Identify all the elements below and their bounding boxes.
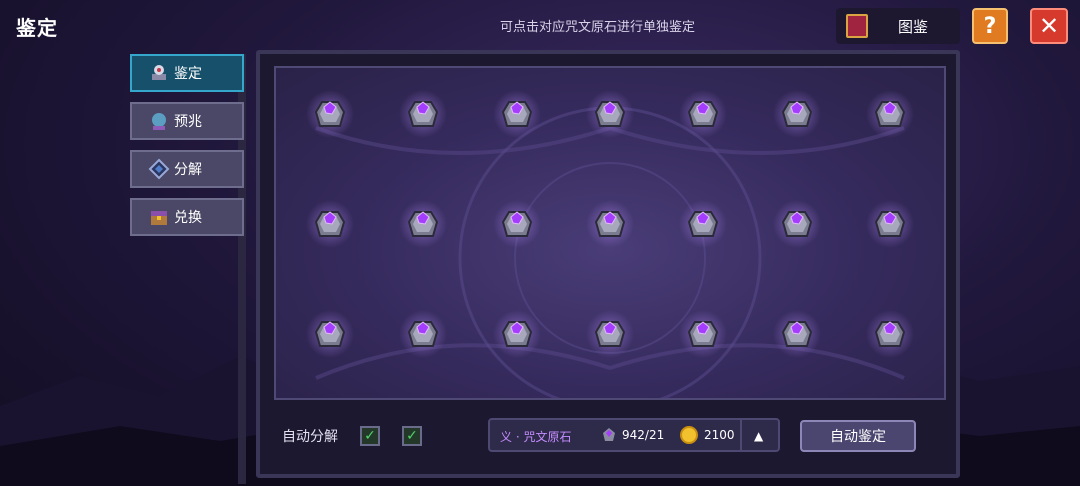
rune-ore-stone-icon[interactable] [679,200,728,248]
help-button[interactable]: ? [972,8,1008,44]
rune-ore-stone-icon[interactable] [492,310,541,358]
tab-appraise[interactable]: 鉴定 [130,54,244,92]
rune-ore-stone-icon[interactable] [865,310,914,358]
resource-bar: 义 · 咒文原石 942/21 2100 ▲ [488,418,780,452]
rune-ore-stone-icon[interactable] [772,200,821,248]
rune-ore-stone-icon[interactable] [585,200,634,248]
rune-ore-stone-icon[interactable] [306,310,354,358]
auto-decompose-checkbox-2[interactable]: ✓ [402,426,422,446]
stone-grid [276,68,944,398]
codex-button[interactable]: 图鉴 [836,8,960,44]
resource-name: 义 · 咒文原石 [500,430,572,444]
auto-decompose-label: 自动分解 [282,429,338,445]
rune-ore-stone-icon[interactable] [679,310,728,358]
bottom-bar: 自动分解 ✓ ✓ 义 · 咒文原石 942/21 2100 ▲ 自动鉴定 [274,402,946,472]
rune-ore-stone-icon[interactable] [399,200,448,248]
gold-count: 2100 [704,428,735,442]
rune-ore-icon [603,428,615,441]
appraise-icon [148,62,170,84]
tab-decompose[interactable]: 分解 [130,150,244,188]
resource-divider [740,420,742,450]
rune-ore-stone-icon[interactable] [399,90,448,138]
rune-ore-stone-icon[interactable] [585,310,634,358]
codex-label: 图鉴 [898,17,929,36]
gold-coin-icon [680,426,698,444]
appraise-panel: 自动分解 ✓ ✓ 义 · 咒文原石 942/21 2100 ▲ 自动鉴定 [256,50,960,478]
tab-label: 分解 [174,162,202,178]
rune-ore-stone-icon[interactable] [772,90,821,138]
rune-ore-stone-icon[interactable] [679,90,728,138]
rune-ore-stone-icon[interactable] [306,200,354,248]
tab-exchange[interactable]: 兑换 [130,198,244,236]
tab-label: 兑换 [174,210,202,226]
page-title: 鉴定 [16,16,58,40]
rune-ore-stone-icon[interactable] [492,200,541,248]
rune-ore-stone-icon[interactable] [492,90,541,138]
rune-ore-stone-icon[interactable] [865,90,914,138]
tab-omen[interactable]: 预兆 [130,102,244,140]
tab-label: 预兆 [174,114,202,130]
rune-ore-count: 942/21 [622,428,665,442]
expand-arrow-icon[interactable]: ▲ [754,429,763,443]
auto-appraise-button[interactable]: 自动鉴定 [800,420,916,452]
decompose-gem-icon [148,158,170,180]
rune-ore-stone-icon[interactable] [399,310,448,358]
rune-ore-stone-icon[interactable] [772,310,821,358]
close-button[interactable]: ✕ [1030,8,1068,44]
rune-ore-stone-icon[interactable] [585,90,634,138]
rune-ore-stone-icon[interactable] [865,200,914,248]
auto-decompose-checkbox-1[interactable]: ✓ [360,426,380,446]
tab-label: 鉴定 [174,66,202,82]
codex-book-icon [846,14,868,38]
appraise-hint: 可点击对应咒文原石进行单独鉴定 [500,20,696,35]
omen-orb-icon [148,110,170,132]
rune-ore-stone-icon[interactable] [306,90,354,138]
stone-grid-area [274,66,946,400]
exchange-chest-icon [148,206,170,228]
